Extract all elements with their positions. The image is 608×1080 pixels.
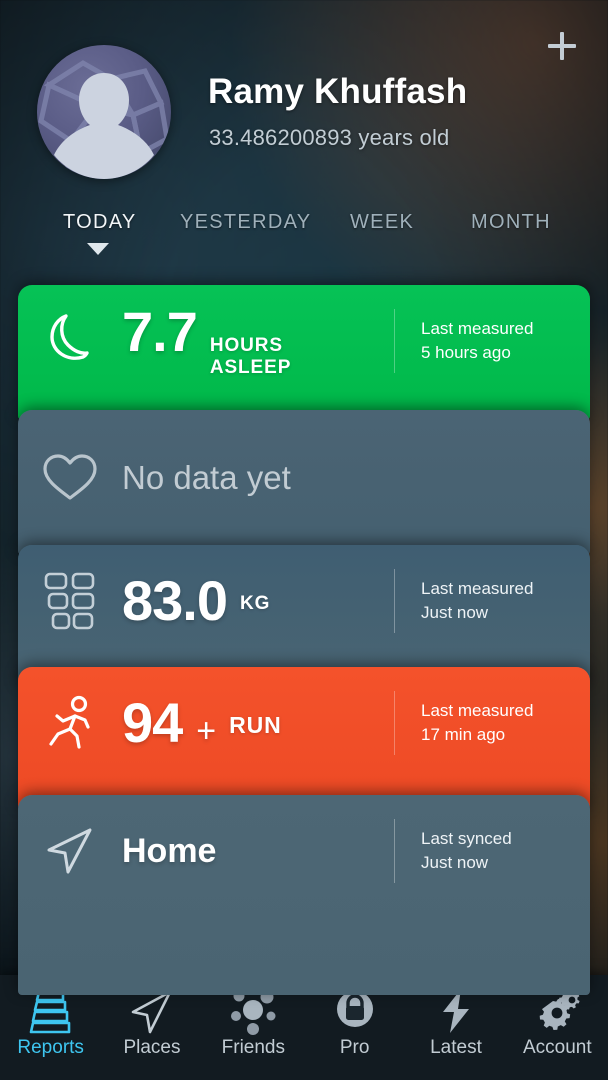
tab-week[interactable]: WEEK xyxy=(350,211,414,234)
location-meta-value: Just now xyxy=(421,853,489,872)
weight-value: 83.0 xyxy=(122,569,228,632)
tab-latest-label: Latest xyxy=(430,1037,482,1058)
tab-yesterday[interactable]: YESTERDAY xyxy=(180,211,311,234)
card-heart-rate[interactable]: No data yet xyxy=(18,410,590,555)
card-location[interactable]: Home Last synced Just now xyxy=(18,795,590,995)
page-title: Ramy Khuffash xyxy=(208,72,468,111)
weight-meta: Last measured Just now xyxy=(394,569,590,633)
app-root: Ramy Khuffash 33.486200893 years old TOD… xyxy=(0,0,608,1080)
avatar[interactable] xyxy=(37,45,171,179)
card-activity[interactable]: 94 + RUN Last measured 17 min ago xyxy=(18,667,590,809)
activity-meta-label: Last measured xyxy=(421,700,534,720)
tab-reports-label: Reports xyxy=(17,1037,84,1058)
activity-unit-prefix: + xyxy=(196,712,217,750)
moon-icon xyxy=(18,310,122,372)
add-button[interactable] xyxy=(538,22,586,70)
tab-places-label: Places xyxy=(123,1037,181,1058)
activity-meta-value: 17 min ago xyxy=(421,725,506,744)
sleep-meta-value: 5 hours ago xyxy=(421,343,511,362)
sleep-meta-label: Last measured xyxy=(421,318,534,338)
sleep-meta: Last measured 5 hours ago xyxy=(394,309,590,373)
user-age: 33.486200893 years old xyxy=(209,125,450,150)
period-tabs: TODAY YESTERDAY WEEK MONTH xyxy=(0,211,608,273)
heart-empty-text: No data yet xyxy=(122,459,291,496)
sleep-value: 7.7 xyxy=(122,299,198,363)
tab-today[interactable]: TODAY xyxy=(63,211,137,234)
activity-meta: Last measured 17 min ago xyxy=(394,691,590,755)
weight-meta-label: Last measured xyxy=(421,578,534,598)
location-meta: Last synced Just now xyxy=(394,819,590,883)
metric-card-stack: 7.7 HOURS ASLEEP Last measured 5 hours a… xyxy=(0,285,608,995)
tab-friends-label: Friends xyxy=(221,1037,285,1058)
card-sleep[interactable]: 7.7 HOURS ASLEEP Last measured 5 hours a… xyxy=(18,285,590,420)
body-composition-icon xyxy=(18,569,122,633)
activity-value: 94 xyxy=(122,691,183,754)
navigation-arrow-icon xyxy=(18,822,122,880)
heart-icon xyxy=(18,448,122,508)
sleep-unit: HOURS ASLEEP xyxy=(209,334,292,378)
weight-unit: KG xyxy=(240,593,271,615)
location-meta-label: Last synced xyxy=(421,828,512,848)
triangle-down-icon xyxy=(87,243,109,255)
profile-header: Ramy Khuffash 33.486200893 years old xyxy=(0,0,608,200)
card-weight[interactable]: 83.0 KG Last measured Just now xyxy=(18,545,590,687)
default-avatar-silhouette-icon xyxy=(38,60,170,179)
weight-meta-value: Just now xyxy=(421,603,489,622)
tab-month[interactable]: MONTH xyxy=(471,211,551,234)
tab-pro-label: Pro xyxy=(339,1037,370,1058)
tab-account-label: Account xyxy=(522,1037,592,1058)
activity-unit: RUN xyxy=(229,711,282,738)
location-value: Home xyxy=(122,832,217,870)
runner-icon xyxy=(18,692,122,754)
